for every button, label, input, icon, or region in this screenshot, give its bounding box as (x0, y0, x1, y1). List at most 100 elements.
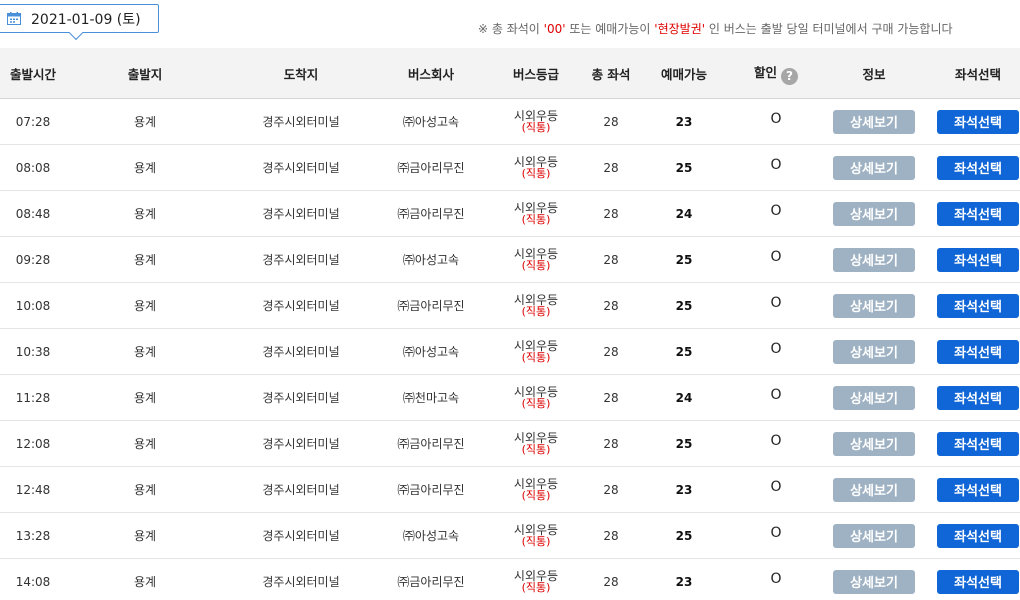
total-seats: 28 (603, 574, 619, 589)
bus-company: ㈜금아리무진 (397, 575, 465, 589)
header-depart-time: 출발시간 (9, 66, 56, 82)
bus-grade-sub: (직통) (521, 488, 551, 502)
seat-cell: 좌석선택 (936, 559, 1020, 600)
discount-mark: O (770, 249, 782, 265)
header-available: 예매가능 (660, 66, 707, 82)
header-grade: 버스등급 (512, 66, 559, 82)
destination: 경주시외터미널 (262, 483, 340, 497)
bus-company: ㈜아성고속 (402, 345, 460, 359)
detail-button[interactable]: 상세보기 (833, 431, 915, 456)
detail-button[interactable]: 상세보기 (833, 155, 915, 180)
available-seats: 23 (675, 482, 693, 497)
discount-mark: O (770, 295, 782, 311)
origin: 용계 (133, 437, 157, 451)
detail-button[interactable]: 상세보기 (833, 523, 915, 548)
calendar-icon (7, 12, 21, 25)
table-header: 출발시간 출발지 도착지 버스회사 버스등급 총 좌석 예매가능 할인 ? 정보… (0, 48, 1020, 99)
bus-grade-sub: (직통) (521, 166, 551, 180)
select-seat-button[interactable]: 좌석선택 (937, 385, 1019, 410)
seat-cell: 좌석선택 (936, 237, 1020, 282)
seat-cell: 좌석선택 (936, 375, 1020, 420)
depart-time: 07:28 (15, 114, 51, 129)
bus-grade: 시외우등 (직통) (496, 99, 576, 144)
select-seat-button[interactable]: 좌석선택 (937, 523, 1019, 548)
seat-cell: 좌석선택 (936, 145, 1020, 190)
detail-button[interactable]: 상세보기 (833, 109, 915, 134)
detail-button[interactable]: 상세보기 (833, 569, 915, 594)
destination: 경주시외터미널 (262, 529, 340, 543)
discount-mark: O (770, 433, 782, 449)
bus-grade-label: 시외우등 (513, 154, 559, 169)
destination: 경주시외터미널 (262, 437, 340, 451)
origin: 용계 (133, 115, 157, 129)
detail-cell: 상세보기 (832, 145, 916, 190)
select-seat-button[interactable]: 좌석선택 (937, 201, 1019, 226)
select-seat-button[interactable]: 좌석선택 (937, 247, 1019, 272)
detail-button[interactable]: 상세보기 (833, 247, 915, 272)
table-row: 07:28 용계 경주시외터미널 ㈜아성고속 시외우등 (직통) 28 23 O… (0, 99, 1020, 145)
origin: 용계 (133, 161, 157, 175)
detail-button[interactable]: 상세보기 (833, 201, 915, 226)
detail-button[interactable]: 상세보기 (833, 339, 915, 364)
bus-grade: 시외우등 (직통) (496, 467, 576, 512)
destination: 경주시외터미널 (262, 575, 340, 589)
bus-grade-sub: (직통) (521, 258, 551, 272)
bus-grade-label: 시외우등 (513, 200, 559, 215)
header-info: 정보 (862, 66, 886, 82)
bus-company: ㈜아성고속 (402, 529, 460, 543)
detail-button[interactable]: 상세보기 (833, 477, 915, 502)
total-seats: 28 (603, 206, 619, 221)
depart-time: 09:28 (15, 252, 51, 267)
origin: 용계 (133, 345, 157, 359)
help-icon[interactable]: ? (781, 68, 798, 85)
depart-time: 10:08 (15, 298, 51, 313)
notice-mid: 또는 예매가능이 (565, 22, 655, 36)
table-row: 12:48 용계 경주시외터미널 ㈜금아리무진 시외우등 (직통) 28 23 … (0, 467, 1020, 513)
table-row: 10:08 용계 경주시외터미널 ㈜금아리무진 시외우등 (직통) 28 25 … (0, 283, 1020, 329)
origin: 용계 (133, 391, 157, 405)
depart-time: 13:28 (15, 528, 51, 543)
available-seats: 23 (675, 574, 693, 589)
available-seats: 25 (675, 252, 693, 267)
detail-button[interactable]: 상세보기 (833, 293, 915, 318)
detail-cell: 상세보기 (832, 375, 916, 420)
bus-grade-label: 시외우등 (513, 292, 559, 307)
discount-mark: O (770, 479, 782, 495)
select-seat-button[interactable]: 좌석선택 (937, 109, 1019, 134)
table-row: 13:28 용계 경주시외터미널 ㈜아성고속 시외우등 (직통) 28 25 O… (0, 513, 1020, 559)
bus-grade: 시외우등 (직통) (496, 191, 576, 236)
origin: 용계 (133, 483, 157, 497)
table-row: 14:08 용계 경주시외터미널 ㈜금아리무진 시외우등 (직통) 28 23 … (0, 559, 1020, 600)
seat-cell: 좌석선택 (936, 421, 1020, 466)
select-seat-button[interactable]: 좌석선택 (937, 477, 1019, 502)
bus-grade-label: 시외우등 (513, 338, 559, 353)
bus-grade-sub: (직통) (521, 442, 551, 456)
bus-grade-label: 시외우등 (513, 568, 559, 583)
available-seats: 24 (675, 206, 693, 221)
select-seat-button[interactable]: 좌석선택 (937, 431, 1019, 456)
bus-company: ㈜아성고속 (402, 115, 460, 129)
select-seat-button[interactable]: 좌석선택 (937, 569, 1019, 594)
select-seat-button[interactable]: 좌석선택 (937, 293, 1019, 318)
available-seats: 25 (675, 160, 693, 175)
origin: 용계 (133, 207, 157, 221)
notice-suffix: 인 버스는 출발 당일 터미널에서 구매 가능합니다 (705, 22, 953, 36)
total-seats: 28 (603, 160, 619, 175)
depart-time: 10:38 (15, 344, 51, 359)
bus-company: ㈜천마고속 (402, 391, 460, 405)
bus-grade-label: 시외우등 (513, 108, 559, 123)
detail-cell: 상세보기 (832, 467, 916, 512)
select-seat-button[interactable]: 좌석선택 (937, 155, 1019, 180)
notice-prefix: ※ 총 좌석이 (478, 22, 544, 36)
total-seats: 28 (603, 252, 619, 267)
select-seat-button[interactable]: 좌석선택 (937, 339, 1019, 364)
detail-cell: 상세보기 (832, 421, 916, 466)
discount-mark: O (770, 341, 782, 357)
date-selector[interactable]: 2021-01-09 (토) (0, 4, 159, 41)
bus-company: ㈜금아리무진 (397, 437, 465, 451)
detail-button[interactable]: 상세보기 (833, 385, 915, 410)
schedule-list: 07:28 용계 경주시외터미널 ㈜아성고속 시외우등 (직통) 28 23 O… (0, 99, 1020, 600)
detail-cell: 상세보기 (832, 329, 916, 374)
bus-grade: 시외우등 (직통) (496, 237, 576, 282)
available-seats: 23 (675, 114, 693, 129)
